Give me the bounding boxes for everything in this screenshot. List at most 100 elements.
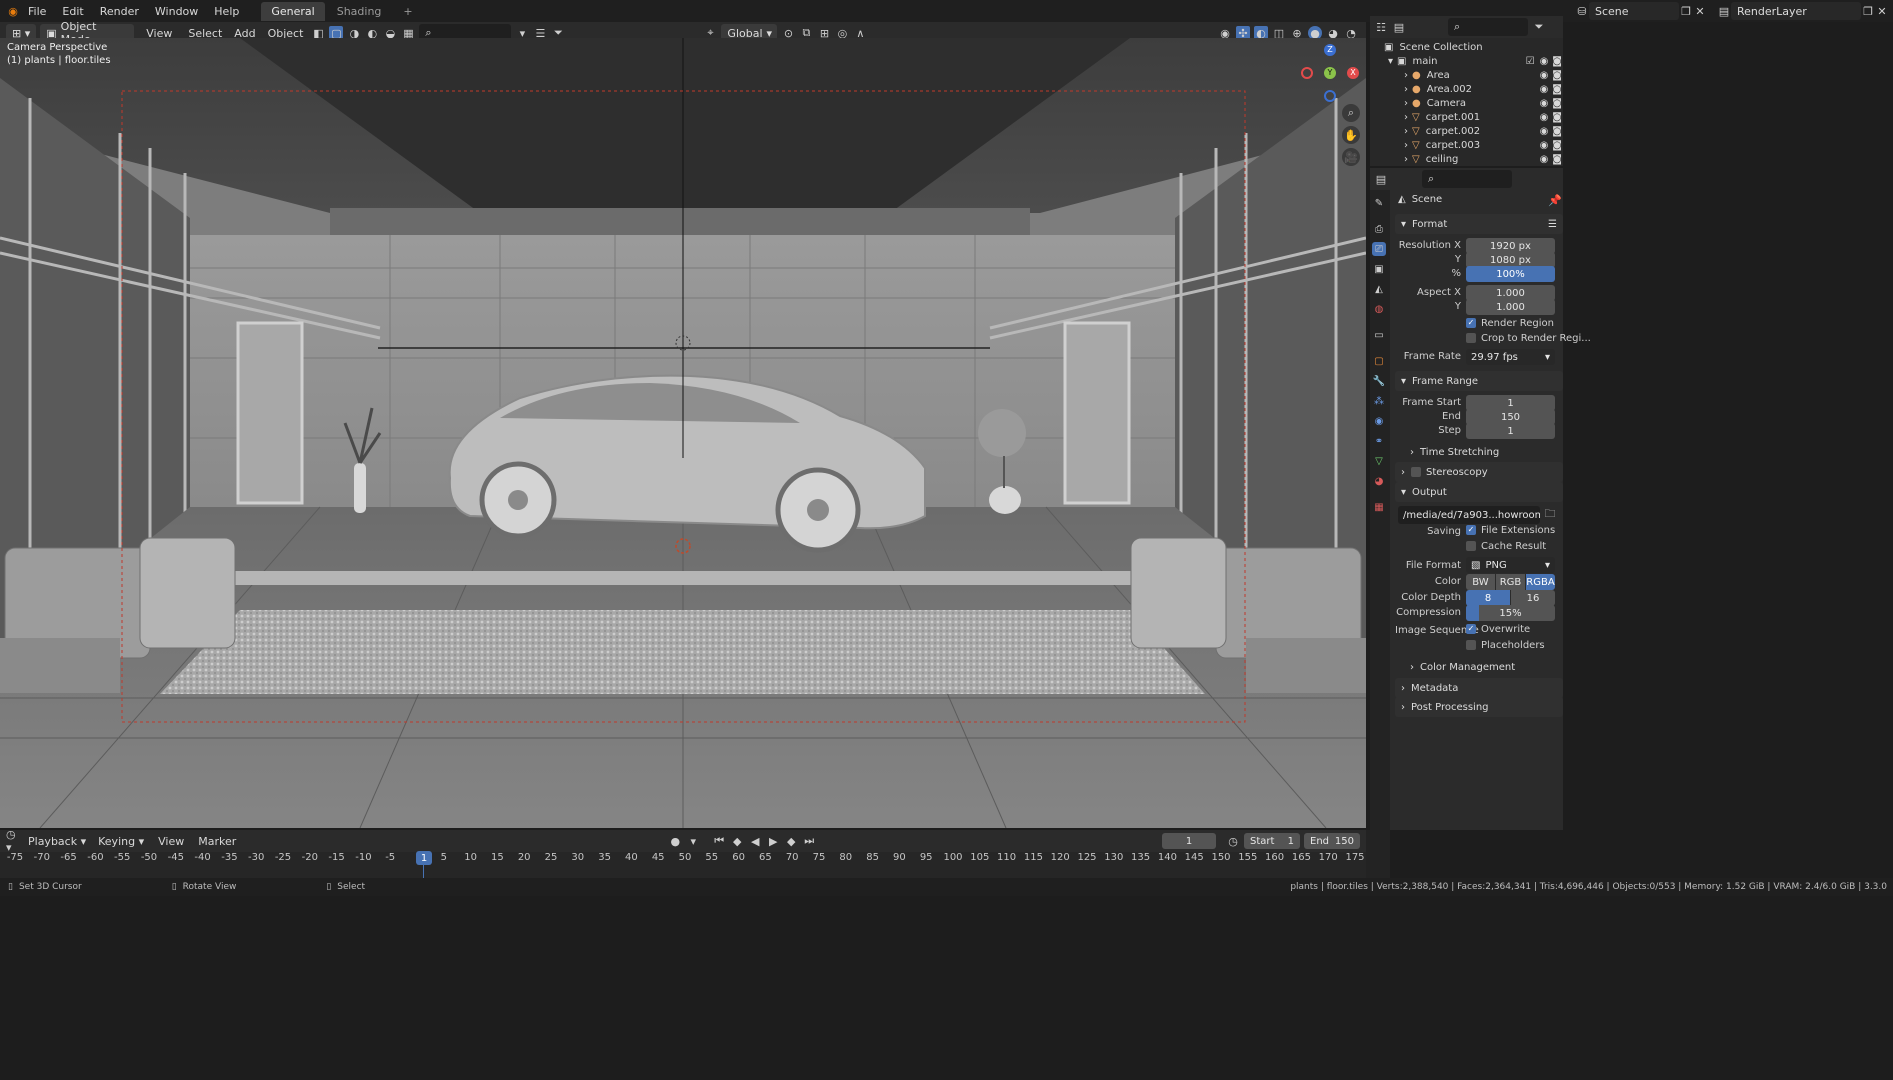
time-stretching-subpanel[interactable]: › Time Stretching bbox=[1410, 447, 1499, 458]
menu-edit[interactable]: Edit bbox=[54, 5, 91, 18]
keyframe-type-icon[interactable]: ▾ bbox=[686, 834, 700, 848]
tab-shading[interactable]: Shading bbox=[327, 2, 392, 21]
outliner-item-ceiling[interactable]: › ▽ ceiling ◉ ◙ bbox=[1372, 152, 1562, 166]
jump-start-icon[interactable]: ⏮ bbox=[712, 834, 726, 848]
view-layer-selector[interactable]: RenderLayer bbox=[1731, 2, 1861, 20]
eye-icon[interactable]: ◉ bbox=[1540, 154, 1549, 165]
gizmo-y-axis[interactable]: Y bbox=[1324, 67, 1336, 79]
eye-icon[interactable]: ◉ bbox=[1540, 56, 1549, 67]
camera-restrict-icon[interactable]: ◙ bbox=[1552, 56, 1562, 67]
camera-restrict-icon[interactable]: ◙ bbox=[1552, 112, 1562, 123]
pin-icon[interactable]: 📌 bbox=[1548, 193, 1562, 207]
start-frame-field[interactable]: Start 1 bbox=[1244, 833, 1300, 849]
outliner-search[interactable]: ⌕ bbox=[1448, 18, 1528, 36]
output-tab-icon[interactable]: ⎚ bbox=[1372, 242, 1386, 256]
menu-file[interactable]: File bbox=[20, 5, 54, 18]
panel-stereoscopy-header[interactable]: › Stereoscopy bbox=[1395, 462, 1563, 482]
delete-view-layer-icon[interactable]: ✕ bbox=[1875, 4, 1889, 18]
color-management-subpanel[interactable]: › Color Management bbox=[1410, 662, 1515, 673]
record-icon[interactable]: ● bbox=[668, 834, 682, 848]
expand-icon[interactable]: › bbox=[1404, 98, 1408, 109]
panel-format-header[interactable]: ▾ Format ☰ bbox=[1395, 214, 1563, 234]
new-view-layer-icon[interactable]: ❐ bbox=[1861, 4, 1875, 18]
render-tab-icon[interactable]: ⎙ bbox=[1372, 222, 1386, 236]
folder-icon[interactable]: 🗀 bbox=[1543, 507, 1557, 521]
camera-restrict-icon[interactable]: ◙ bbox=[1552, 154, 1562, 165]
file-format-dropdown[interactable]: ▧ PNG ▾ bbox=[1466, 557, 1555, 573]
modifier-tab-icon[interactable]: 🔧 bbox=[1372, 374, 1386, 388]
overwrite-checkbox[interactable]: ✓ Overwrite bbox=[1466, 624, 1530, 635]
camera-restrict-icon[interactable]: ◙ bbox=[1552, 84, 1562, 95]
color-bw-option[interactable]: BW bbox=[1466, 574, 1495, 590]
physics-tab-icon[interactable]: ◉ bbox=[1372, 414, 1386, 428]
crop-region-checkbox[interactable]: Crop to Render Regi... bbox=[1466, 333, 1591, 344]
expand-icon[interactable]: › bbox=[1404, 140, 1408, 151]
depth-8-option[interactable]: 8 bbox=[1466, 590, 1510, 606]
camera-restrict-icon[interactable]: ◙ bbox=[1552, 98, 1562, 109]
current-frame-field[interactable]: 1 bbox=[1162, 833, 1216, 849]
outliner-item-carpet-002[interactable]: › ▽ carpet.002 ◉ ◙ bbox=[1372, 124, 1562, 138]
camera-restrict-icon[interactable]: ◙ bbox=[1552, 140, 1562, 151]
end-frame-field[interactable]: End 150 bbox=[1304, 833, 1360, 849]
eye-icon[interactable]: ◉ bbox=[1540, 140, 1549, 151]
eye-icon[interactable]: ◉ bbox=[1540, 70, 1549, 81]
outliner-item-main[interactable]: ▾ ▣ main ☑ ◉ ◙ bbox=[1372, 54, 1562, 68]
blender-logo-icon[interactable]: ◉ bbox=[6, 4, 20, 18]
panel-post-processing-header[interactable]: › Post Processing bbox=[1395, 697, 1563, 717]
preview-range-icon[interactable]: ◷ bbox=[1226, 834, 1240, 848]
add-workspace-button[interactable]: + bbox=[393, 2, 422, 21]
eye-icon[interactable]: ◉ bbox=[1540, 112, 1549, 123]
camera-view-icon[interactable]: 🎥 bbox=[1342, 148, 1360, 166]
depth-16-option[interactable]: 16 bbox=[1511, 590, 1555, 606]
camera-restrict-icon[interactable]: ◙ bbox=[1552, 126, 1562, 137]
tool-tab-icon[interactable]: ✎ bbox=[1372, 196, 1386, 210]
outliner-item-area-002[interactable]: › ● Area.002 ◉ ◙ bbox=[1372, 82, 1562, 96]
data-tab-icon[interactable]: ▽ bbox=[1372, 454, 1386, 468]
gizmo-neg-z[interactable] bbox=[1324, 90, 1336, 102]
play-reverse-icon[interactable]: ◀ bbox=[748, 834, 762, 848]
file-extensions-checkbox[interactable]: ✓ File Extensions bbox=[1466, 525, 1555, 536]
gizmo-z-axis[interactable]: Z bbox=[1324, 44, 1336, 56]
presets-icon[interactable]: ☰ bbox=[1548, 219, 1557, 230]
outliner-item-carpet-001[interactable]: › ▽ carpet.001 ◉ ◙ bbox=[1372, 110, 1562, 124]
placeholders-checkbox[interactable]: Placeholders bbox=[1466, 640, 1545, 651]
outliner-item-area[interactable]: › ● Area ◉ ◙ bbox=[1372, 68, 1562, 82]
timeline-menu-playback[interactable]: Playback ▾ bbox=[24, 835, 90, 848]
menu-window[interactable]: Window bbox=[147, 5, 206, 18]
cache-result-checkbox[interactable]: Cache Result bbox=[1466, 541, 1546, 552]
texture-tab-icon[interactable]: ▦ bbox=[1372, 500, 1386, 514]
tab-general[interactable]: General bbox=[261, 1, 325, 21]
expand-icon[interactable]: › bbox=[1404, 84, 1408, 95]
properties-search[interactable]: ⌕ bbox=[1422, 170, 1512, 188]
outliner-item-carpet-003[interactable]: › ▽ carpet.003 ◉ ◙ bbox=[1372, 138, 1562, 152]
gizmo-neg-x[interactable] bbox=[1301, 67, 1313, 79]
panel-frame-range-header[interactable]: ▾ Frame Range bbox=[1395, 371, 1563, 391]
checkbox-unchecked-icon[interactable] bbox=[1411, 467, 1421, 477]
compression-slider[interactable]: 15% bbox=[1466, 605, 1555, 621]
scene-render[interactable] bbox=[0, 38, 1366, 828]
eye-icon[interactable]: ◉ bbox=[1540, 126, 1549, 137]
camera-restrict-icon[interactable]: ◙ bbox=[1552, 70, 1562, 81]
menu-render[interactable]: Render bbox=[92, 5, 147, 18]
outliner-scene-collection[interactable]: ▣ Scene Collection bbox=[1372, 40, 1562, 54]
eye-icon[interactable]: ◉ bbox=[1540, 98, 1549, 109]
next-keyframe-icon[interactable]: ◆ bbox=[784, 834, 798, 848]
expand-icon[interactable]: › bbox=[1404, 126, 1408, 137]
panel-metadata-header[interactable]: › Metadata bbox=[1395, 678, 1563, 698]
timeline-menu-view[interactable]: View bbox=[152, 835, 190, 848]
color-rgba-option[interactable]: RGBA bbox=[1526, 574, 1555, 590]
delete-scene-icon[interactable]: ✕ bbox=[1693, 4, 1707, 18]
output-path-field[interactable]: /media/ed/7a903...howroom_X_final_ bbox=[1398, 506, 1540, 524]
zoom-icon[interactable]: ⌕ bbox=[1342, 104, 1360, 122]
outliner-editor-icon[interactable]: ☷ bbox=[1374, 20, 1388, 34]
new-scene-icon[interactable]: ❐ bbox=[1679, 4, 1693, 18]
playhead[interactable]: 1 bbox=[416, 851, 432, 865]
menu-help[interactable]: Help bbox=[206, 5, 247, 18]
resolution-pct-field[interactable]: 100% bbox=[1466, 266, 1555, 282]
display-mode-icon[interactable]: ▤ bbox=[1392, 20, 1406, 34]
timeline-menu-marker[interactable]: Marker bbox=[194, 835, 240, 848]
gizmo-x-axis[interactable]: X bbox=[1347, 67, 1359, 79]
frame-step-field[interactable]: 1 bbox=[1466, 423, 1555, 439]
scene-tab-icon[interactable]: ◭ bbox=[1372, 282, 1386, 296]
particles-tab-icon[interactable]: ⁂ bbox=[1372, 394, 1386, 408]
